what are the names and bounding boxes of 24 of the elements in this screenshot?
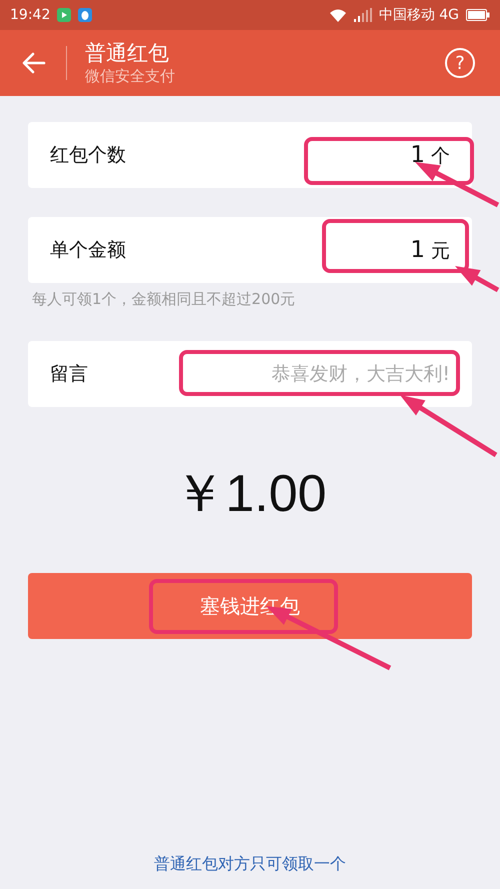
field-label: 留言 <box>50 362 88 387</box>
app-icon <box>57 8 72 22</box>
help-button[interactable]: ? <box>445 48 475 78</box>
field-label: 单个金额 <box>50 238 126 263</box>
back-button[interactable] <box>22 51 48 75</box>
signal-icon <box>354 8 372 22</box>
annotation-arrow <box>455 266 500 292</box>
info-link[interactable]: 普通红包对方只可领取一个 <box>154 854 346 875</box>
back-arrow-icon <box>22 52 46 74</box>
wifi-icon <box>328 8 347 22</box>
input-field[interactable]: 1 <box>410 142 425 168</box>
input-field[interactable]: 恭喜发财，大吉大利! <box>200 363 450 385</box>
input-field[interactable]: 1 <box>410 236 425 262</box>
page-subtitle: 微信安全支付 <box>85 66 176 86</box>
carrier-label: 中国移动 4G <box>378 6 459 24</box>
page-title: 普通红包 <box>85 40 170 66</box>
app-icon <box>78 8 92 22</box>
field-label: 红包个数 <box>50 143 126 168</box>
unit-label: 个 <box>431 144 450 168</box>
status-time: 19:42 <box>10 7 50 23</box>
unit-label: 元 <box>431 238 450 264</box>
amount-total: ￥1.00 <box>172 464 328 525</box>
battery-icon <box>466 9 490 21</box>
hint-text: 每人可领1个，金额相同且不超过200元 <box>32 290 296 309</box>
